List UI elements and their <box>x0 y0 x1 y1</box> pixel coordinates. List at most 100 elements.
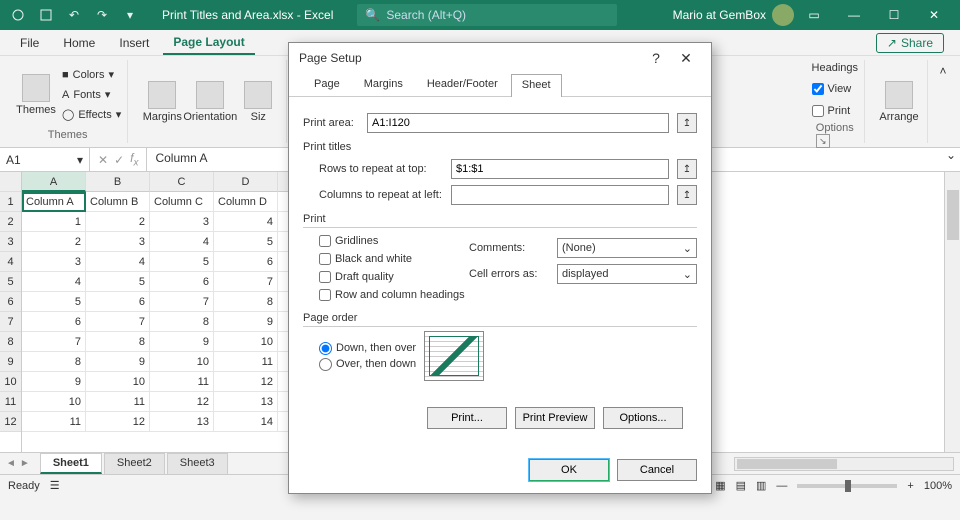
row-header[interactable]: 10 <box>0 372 21 392</box>
cell[interactable]: 7 <box>86 312 150 332</box>
row-header[interactable]: 4 <box>0 252 21 272</box>
options-button[interactable]: Options... <box>603 407 683 429</box>
rows-repeat-input[interactable] <box>451 159 669 179</box>
down-then-over-radio[interactable]: Down, then over <box>319 342 416 355</box>
cell[interactable]: 5 <box>22 292 86 312</box>
cell[interactable]: 2 <box>22 232 86 252</box>
themes-button[interactable]: Themes <box>14 72 58 118</box>
select-all-corner[interactable] <box>0 172 21 192</box>
print-area-input[interactable] <box>367 113 669 133</box>
cell[interactable]: 9 <box>86 352 150 372</box>
chevron-down-icon[interactable]: ▾ <box>77 153 83 167</box>
cell[interactable]: 12 <box>86 412 150 432</box>
sheet-tab[interactable]: Sheet3 <box>167 453 228 474</box>
horizontal-scrollbar[interactable] <box>734 457 954 471</box>
tab-page-layout[interactable]: Page Layout <box>163 31 254 55</box>
zoom-level[interactable]: 100% <box>924 480 952 492</box>
row-header[interactable]: 6 <box>0 292 21 312</box>
undo-icon[interactable]: ↶ <box>62 3 86 27</box>
cell[interactable]: 5 <box>150 252 214 272</box>
sheet-tab[interactable]: Sheet2 <box>104 453 165 474</box>
cell[interactable]: 3 <box>22 252 86 272</box>
cell[interactable]: 10 <box>86 372 150 392</box>
margins-button[interactable]: Margins <box>140 79 184 125</box>
draft-quality-checkbox[interactable]: Draft quality <box>319 268 469 286</box>
cell[interactable]: 6 <box>86 292 150 312</box>
cell[interactable]: 12 <box>214 372 278 392</box>
arrange-button[interactable]: Arrange <box>877 79 921 125</box>
dlg-tab-margins[interactable]: Margins <box>353 73 414 96</box>
cell[interactable]: 11 <box>86 392 150 412</box>
row-header[interactable]: 5 <box>0 272 21 292</box>
tab-home[interactable]: Home <box>53 32 105 54</box>
size-button[interactable]: Siz <box>236 79 280 125</box>
cell[interactable]: 9 <box>214 312 278 332</box>
cell[interactable]: 10 <box>22 392 86 412</box>
collapse-ribbon-icon[interactable]: ˄ <box>934 60 952 143</box>
name-box[interactable]: A1▾ <box>0 148 90 171</box>
cell[interactable]: Column C <box>150 192 214 212</box>
over-then-down-radio[interactable]: Over, then down <box>319 358 416 371</box>
column-header[interactable]: B <box>86 172 150 192</box>
cell[interactable]: 4 <box>86 252 150 272</box>
row-header[interactable]: 12 <box>0 412 21 432</box>
cell[interactable]: 14 <box>214 412 278 432</box>
search-box[interactable]: 🔍 Search (Alt+Q) <box>357 4 617 26</box>
cell[interactable]: 6 <box>214 252 278 272</box>
cell[interactable]: 1 <box>22 212 86 232</box>
qat-dropdown-icon[interactable]: ▾ <box>118 3 142 27</box>
column-header[interactable]: C <box>150 172 214 192</box>
cell[interactable]: 7 <box>150 292 214 312</box>
zoom-out-icon[interactable]: — <box>776 480 787 492</box>
cell[interactable]: 11 <box>22 412 86 432</box>
cancel-formula-icon[interactable]: ✕ <box>98 153 108 167</box>
cell[interactable]: Column D <box>214 192 278 212</box>
print-headings-checkbox[interactable]: Print <box>812 102 851 120</box>
redo-icon[interactable]: ↷ <box>90 3 114 27</box>
dlg-tab-sheet[interactable]: Sheet <box>511 74 562 97</box>
sheet-options-launcher-icon[interactable]: ↘ <box>816 134 830 148</box>
cell[interactable]: 8 <box>150 312 214 332</box>
cols-repeat-input[interactable] <box>451 185 669 205</box>
cell[interactable]: 7 <box>22 332 86 352</box>
dialog-close-icon[interactable]: ✕ <box>671 50 701 67</box>
dlg-tab-page[interactable]: Page <box>303 73 351 96</box>
cell[interactable]: 8 <box>86 332 150 352</box>
errors-dropdown[interactable]: displayed⌄ <box>557 264 697 284</box>
row-header[interactable]: 3 <box>0 232 21 252</box>
row-col-headings-checkbox[interactable]: Row and column headings <box>319 286 469 304</box>
cell[interactable]: 7 <box>214 272 278 292</box>
cell[interactable]: 4 <box>214 212 278 232</box>
effects-button[interactable]: ◯ Effects ▾ <box>62 105 121 125</box>
cell[interactable]: 6 <box>22 312 86 332</box>
maximize-icon[interactable]: ☐ <box>874 0 914 30</box>
cell[interactable]: 9 <box>22 372 86 392</box>
tab-insert[interactable]: Insert <box>109 32 159 54</box>
view-page-break-icon[interactable]: ▥ <box>756 479 766 492</box>
fonts-button[interactable]: A Fonts ▾ <box>62 85 121 105</box>
cell[interactable]: Column B <box>86 192 150 212</box>
cell[interactable]: 4 <box>150 232 214 252</box>
save-icon[interactable] <box>34 3 58 27</box>
print-preview-button[interactable]: Print Preview <box>515 407 595 429</box>
column-header[interactable]: A <box>22 172 86 192</box>
row-header[interactable]: 7 <box>0 312 21 332</box>
cell[interactable]: 5 <box>86 272 150 292</box>
cell[interactable]: 2 <box>86 212 150 232</box>
column-header[interactable]: D <box>214 172 278 192</box>
view-page-layout-icon[interactable]: ▤ <box>736 479 746 492</box>
cell[interactable]: 10 <box>214 332 278 352</box>
user-account[interactable]: Mario at GemBox <box>673 4 794 26</box>
dlg-tab-header-footer[interactable]: Header/Footer <box>416 73 509 96</box>
vertical-scrollbar[interactable] <box>944 172 960 452</box>
cell[interactable]: 3 <box>150 212 214 232</box>
fx-icon[interactable]: fx <box>130 151 138 168</box>
minimize-icon[interactable]: — <box>834 0 874 30</box>
cancel-button[interactable]: Cancel <box>617 459 697 481</box>
ok-button[interactable]: OK <box>529 459 609 481</box>
cell[interactable]: 9 <box>150 332 214 352</box>
dialog-title-bar[interactable]: Page Setup ? ✕ <box>289 43 711 73</box>
view-normal-icon[interactable]: ▦ <box>715 479 725 492</box>
view-headings-checkbox[interactable]: View <box>812 80 852 98</box>
row-header[interactable]: 11 <box>0 392 21 412</box>
